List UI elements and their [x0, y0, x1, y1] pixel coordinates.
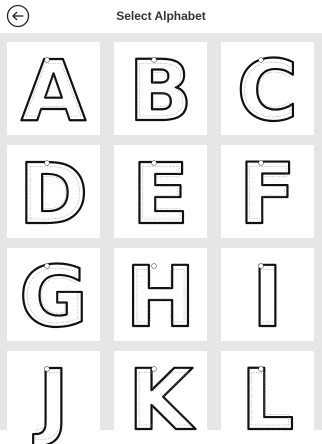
start-marker-icon: [44, 263, 50, 269]
letter-outline-b: BB: [127, 42, 193, 135]
start-marker-icon: [151, 366, 157, 372]
letter-tile-l[interactable]: LL: [221, 351, 314, 444]
tracing-guide: K: [133, 359, 192, 443]
start-marker-icon: [258, 160, 264, 166]
letter-tile-e[interactable]: EE: [114, 145, 207, 238]
tracing-guide: E: [136, 153, 185, 237]
letter-outline-j: JJ: [32, 351, 70, 444]
tracing-guide: G: [24, 256, 83, 340]
tracing-guide: B: [133, 50, 188, 134]
letter-tile-j[interactable]: JJ: [7, 351, 100, 444]
start-marker-icon: [258, 57, 264, 63]
letter-tile-d[interactable]: DD: [7, 145, 100, 238]
page-title: Select Alphabet: [116, 9, 206, 23]
tracing-guide: C: [241, 50, 294, 134]
tracing-guide: F: [243, 153, 292, 237]
letter-tile-i[interactable]: II: [221, 248, 314, 341]
letter-outline-k: KK: [127, 351, 197, 444]
letter-tile-b[interactable]: BB: [114, 42, 207, 135]
tracing-guide: A: [26, 50, 82, 134]
letter-outline-h: HH: [124, 248, 197, 341]
tracing-guide: H: [130, 256, 190, 340]
start-marker-icon: [151, 263, 157, 269]
letter-tile-f[interactable]: FF: [221, 145, 314, 238]
start-marker-icon: [44, 160, 50, 166]
letter-tile-a[interactable]: AA: [7, 42, 100, 135]
start-marker-icon: [258, 263, 264, 269]
letter-outline-c: CC: [236, 42, 300, 135]
letter-outline-f: FF: [238, 145, 298, 238]
alphabet-grid: AA BB CC DD EE FF GG HH II JJ KK LL: [0, 33, 322, 444]
letter-tile-c[interactable]: CC: [221, 42, 314, 135]
tracing-guide: L: [244, 359, 290, 443]
letter-outline-l: LL: [240, 351, 296, 444]
tracing-guide: I: [254, 256, 281, 340]
start-marker-icon: [44, 366, 50, 372]
start-marker-icon: [44, 57, 50, 63]
letter-outline-d: DD: [18, 145, 90, 238]
letter-tile-h[interactable]: HH: [114, 248, 207, 341]
header-bar: Select Alphabet: [0, 0, 322, 33]
start-marker-icon: [151, 160, 157, 166]
tracing-guide: J: [35, 359, 67, 443]
letter-tile-g[interactable]: GG: [7, 248, 100, 341]
letter-tile-k[interactable]: KK: [114, 351, 207, 444]
letter-outline-a: AA: [20, 42, 87, 135]
start-marker-icon: [151, 57, 157, 63]
tracing-guide: D: [24, 153, 84, 237]
letter-outline-e: EE: [131, 145, 191, 238]
letter-outline-g: GG: [18, 248, 89, 341]
letter-outline-i: II: [251, 248, 284, 341]
start-marker-icon: [258, 366, 264, 372]
